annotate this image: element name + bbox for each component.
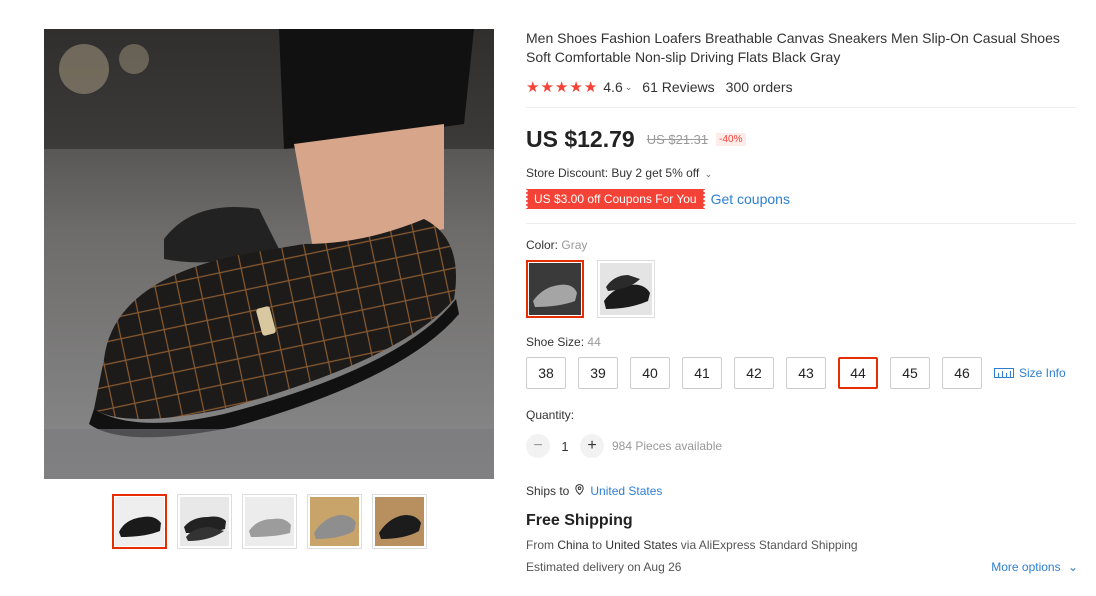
price-row: US $12.79 US $21.31 -40% <box>526 125 1076 153</box>
size-option[interactable]: 40 <box>630 357 670 389</box>
size-label: Shoe Size: 44 <box>526 335 1076 350</box>
size-option[interactable]: 42 <box>734 357 774 389</box>
loafer-photo <box>44 29 494 479</box>
size-options: 38 39 40 41 42 43 44 45 46 Size Info <box>526 357 1076 389</box>
star-icon: ★ <box>554 78 569 96</box>
estimated-delivery: Estimated delivery on Aug 26 <box>526 559 682 574</box>
size-label-text: Shoe Size: <box>526 335 585 349</box>
thumbnail-3[interactable] <box>242 494 297 549</box>
thumbnail-image <box>310 497 359 546</box>
thumbnail-image <box>375 497 424 546</box>
coupon-badge: US $3.00 off Coupons For You <box>525 189 706 209</box>
size-option[interactable]: 43 <box>786 357 826 389</box>
estimated-delivery-row: Estimated delivery on Aug 26 More option… <box>526 559 1078 574</box>
shipping-method: via AliExpress Standard Shipping <box>680 538 858 552</box>
star-icon: ★ <box>569 78 583 96</box>
rating-row: ★ ★ ★ ★ ★ 4.6 ⌄ 61 Reviews 300 orders <box>526 78 1076 96</box>
size-option[interactable]: 45 <box>890 357 930 389</box>
product-info: Men Shoes Fashion Loafers Breathable Can… <box>525 29 1078 574</box>
reviews-link[interactable]: 61 Reviews <box>642 79 714 95</box>
thumbnail-1[interactable] <box>112 494 167 549</box>
main-product-image[interactable] <box>44 29 494 479</box>
store-discount-text: Store Discount: Buy 2 get 5% off <box>526 166 700 180</box>
to-word: to <box>592 538 603 552</box>
star-icon: ★ <box>526 78 540 96</box>
current-price: US $12.79 <box>526 125 635 152</box>
ships-to-country[interactable]: United States <box>590 484 662 498</box>
thumbnail-strip <box>112 494 427 549</box>
from-prefix: From <box>526 538 554 552</box>
size-option-selected[interactable]: 44 <box>838 357 878 389</box>
shipping-route: From China to United States via AliExpre… <box>526 538 1076 553</box>
size-option[interactable]: 39 <box>578 357 618 389</box>
size-option[interactable]: 41 <box>682 357 722 389</box>
pieces-available: 984 Pieces available <box>612 439 723 453</box>
color-label-text: Color: <box>526 238 559 252</box>
color-option-black[interactable] <box>597 260 655 318</box>
ships-to-label: Ships to <box>526 483 570 498</box>
coupon-row: US $3.00 off Coupons For You Get coupons <box>525 189 1076 209</box>
thumbnail-4[interactable] <box>307 494 362 549</box>
black-shoe-image <box>600 263 652 315</box>
divider <box>526 107 1076 108</box>
rating-stars: ★ ★ ★ ★ ★ <box>526 80 597 95</box>
store-discount[interactable]: Store Discount: Buy 2 get 5% off ⌄ <box>526 166 1076 181</box>
rating-value[interactable]: 4.6 <box>603 79 622 95</box>
more-options-link[interactable]: More options ⌄ <box>991 560 1078 574</box>
chevron-down-icon: ⌄ <box>1067 559 1078 574</box>
color-label: Color: Gray <box>526 238 1076 253</box>
size-info-link[interactable]: Size Info <box>994 366 1066 380</box>
color-swatches <box>526 260 1076 318</box>
location-pin-icon <box>575 483 585 498</box>
gray-shoe-image <box>529 263 581 315</box>
discount-badge: -40% <box>716 132 746 146</box>
get-coupons-link[interactable]: Get coupons <box>711 191 790 207</box>
thumbnail-5[interactable] <box>372 494 427 549</box>
chevron-down-icon: ⌄ <box>704 169 713 179</box>
quantity-minus-button[interactable]: − <box>526 434 550 458</box>
quantity-label: Quantity: <box>526 408 575 422</box>
ships-to-row: Ships to United States <box>526 483 1076 498</box>
size-info-text: Size Info <box>1019 366 1066 380</box>
quantity-value[interactable]: 1 <box>550 439 580 454</box>
divider <box>526 223 1076 224</box>
size-option[interactable]: 46 <box>942 357 982 389</box>
to-country: United States <box>605 538 678 552</box>
orders-count: 300 orders <box>725 79 793 95</box>
thumbnail-2[interactable] <box>177 494 232 549</box>
star-icon: ★ <box>540 78 554 96</box>
chevron-down-icon[interactable]: ⌄ <box>625 82 633 93</box>
ruler-icon <box>994 368 1014 378</box>
thumbnail-image <box>180 497 229 546</box>
quantity-plus-button[interactable]: + <box>580 434 604 458</box>
color-option-gray[interactable] <box>526 260 584 318</box>
star-icon: ★ <box>583 78 598 96</box>
selected-color: Gray <box>561 238 588 252</box>
quantity-stepper: − 1 + 984 Pieces available <box>526 434 1076 458</box>
free-shipping-title: Free Shipping <box>526 512 633 529</box>
original-price: US $21.31 <box>646 131 709 147</box>
more-options-text: More options <box>991 559 1061 574</box>
thumbnail-image <box>115 497 164 546</box>
selected-size: 44 <box>587 335 601 349</box>
thumbnail-image <box>245 497 294 546</box>
size-option[interactable]: 38 <box>526 357 566 389</box>
product-title: Men Shoes Fashion Loafers Breathable Can… <box>526 30 1060 65</box>
from-country: China <box>557 538 589 552</box>
